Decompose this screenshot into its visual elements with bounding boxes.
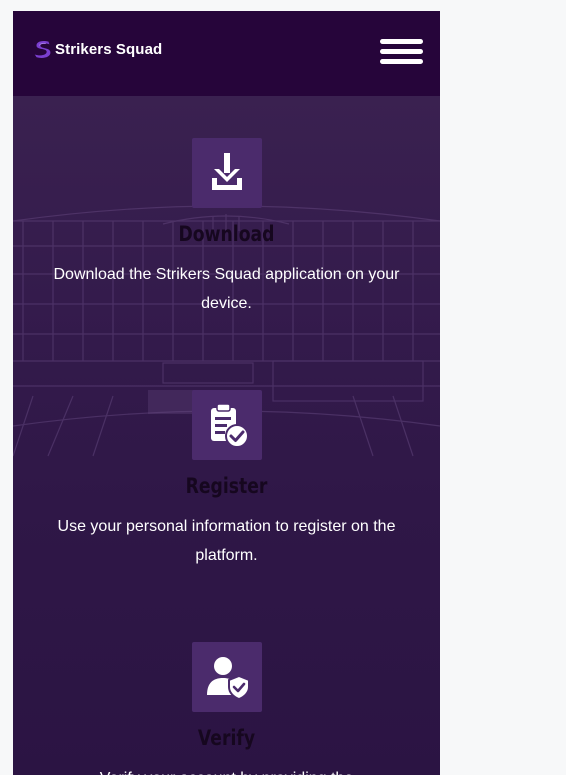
download-icon-box [192,138,262,208]
step-description: Verify your account by providing the [47,764,406,775]
how-it-works-section: Download Download the Strikers Squad app… [13,96,440,775]
step-title: Download [178,222,275,246]
step-title: Verify [197,726,256,750]
menu-button[interactable] [380,39,423,67]
brand-logo[interactable]: Strikers Squad [32,37,162,61]
strikers-logo-icon [34,40,51,58]
verify-icon-box [192,642,262,712]
step-description: Use your personal information to registe… [57,518,396,564]
clipboard-check-icon [211,403,249,448]
download-icon [212,153,242,190]
mobile-viewport: Strikers Squad Download Download the Str… [13,11,440,775]
step-title: Register [185,474,268,498]
brand-name: Strikers Squad [55,40,163,58]
step-description: Download the Strikers Squad application … [53,266,400,312]
hamburger-icon [380,39,423,44]
site-header: Strikers Squad [13,11,440,96]
register-icon-box [192,390,262,460]
user-shield-icon [207,657,250,701]
